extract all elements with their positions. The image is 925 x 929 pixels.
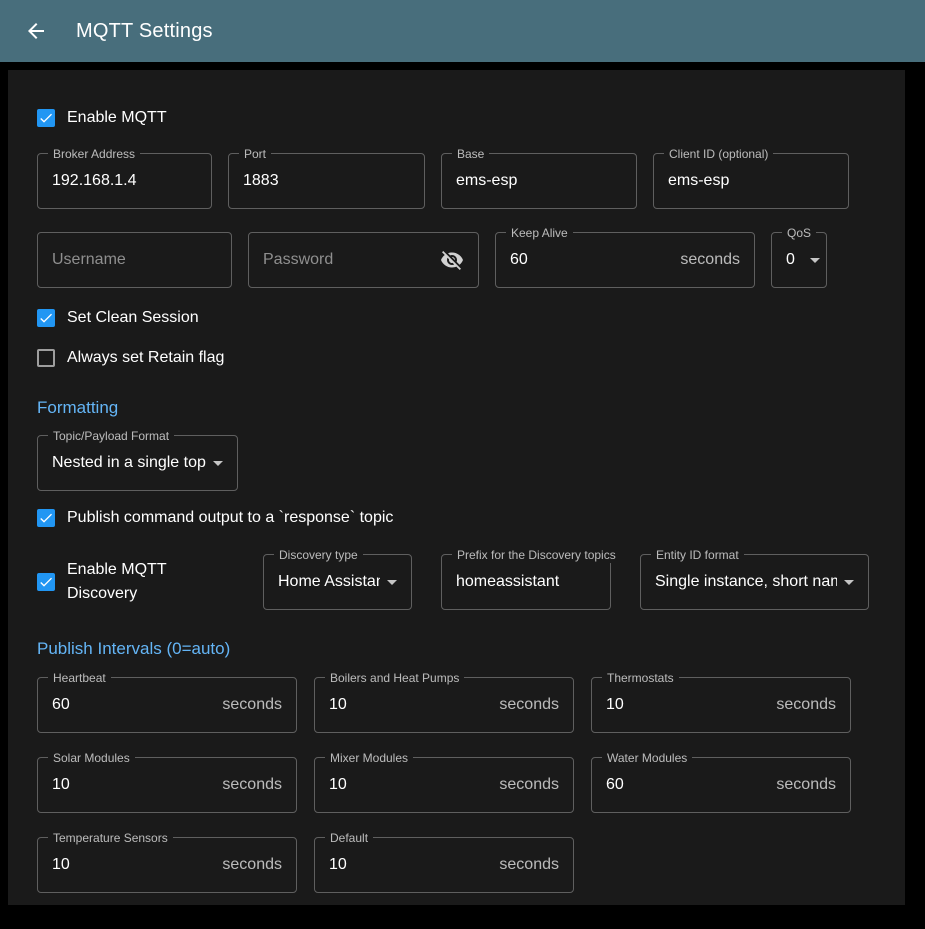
seconds-suffix: seconds <box>499 856 559 874</box>
interval-input[interactable] <box>52 696 214 714</box>
interval-input[interactable] <box>52 856 214 874</box>
interval-field-default[interactable]: Default seconds <box>314 837 574 893</box>
checkbox-icon <box>37 573 55 591</box>
entity-id-format-select[interactable]: Entity ID format Single instance, short … <box>640 554 869 610</box>
broker-address-field[interactable]: Broker Address <box>37 153 212 209</box>
discovery-prefix-field[interactable]: Prefix for the Discovery topics <box>441 554 611 610</box>
password-input[interactable] <box>263 251 440 269</box>
client-id-field[interactable]: Client ID (optional) <box>653 153 849 209</box>
dropdown-caret-icon <box>206 451 230 475</box>
field-label: Prefix for the Discovery topics <box>452 547 621 563</box>
field-label: Base <box>452 146 489 162</box>
connection-row-1: Broker Address Port Base Client ID (opti… <box>37 153 876 209</box>
seconds-suffix: seconds <box>776 696 836 714</box>
field-label: Default <box>325 830 373 846</box>
port-field[interactable]: Port <box>228 153 425 209</box>
interval-input[interactable] <box>606 776 768 794</box>
keep-alive-input[interactable] <box>510 251 672 269</box>
field-label: Water Modules <box>602 750 692 766</box>
clean-session-label: Set Clean Session <box>67 306 199 330</box>
mqtt-discovery-checkbox[interactable]: Enable MQTT Discovery <box>37 570 234 594</box>
interval-field-solar[interactable]: Solar Modules seconds <box>37 757 297 813</box>
publish-response-checkbox[interactable]: Publish command output to a `response` t… <box>37 506 876 530</box>
visibility-off-icon[interactable] <box>440 248 464 272</box>
interval-field-heartbeat[interactable]: Heartbeat seconds <box>37 677 297 733</box>
client-id-input[interactable] <box>668 172 834 190</box>
seconds-suffix: seconds <box>222 776 282 794</box>
field-label: QoS <box>782 225 816 241</box>
password-field[interactable] <box>248 232 479 288</box>
field-label: Topic/Payload Format <box>48 428 174 444</box>
publish-response-label: Publish command output to a `response` t… <box>67 506 393 530</box>
app-header: MQTT Settings <box>0 0 925 62</box>
interval-field-mixer[interactable]: Mixer Modules seconds <box>314 757 574 813</box>
settings-panel: Enable MQTT Broker Address Port Base Cli… <box>8 70 905 905</box>
interval-input[interactable] <box>329 696 491 714</box>
discovery-prefix-input[interactable] <box>456 573 596 591</box>
field-label: Entity ID format <box>651 547 744 563</box>
field-label: Keep Alive <box>506 225 573 241</box>
checkbox-icon <box>37 349 55 367</box>
field-label: Discovery type <box>274 547 363 563</box>
topic-format-select[interactable]: Topic/Payload Format Nested in a single … <box>37 435 238 491</box>
dropdown-caret-icon <box>803 248 827 272</box>
seconds-suffix: seconds <box>499 776 559 794</box>
enable-mqtt-checkbox[interactable]: Enable MQTT <box>37 106 876 130</box>
base-field[interactable]: Base <box>441 153 637 209</box>
interval-input[interactable] <box>329 856 491 874</box>
dropdown-caret-icon <box>837 570 861 594</box>
interval-field-boilers[interactable]: Boilers and Heat Pumps seconds <box>314 677 574 733</box>
formatting-heading: Formatting <box>37 397 876 419</box>
seconds-suffix: seconds <box>222 696 282 714</box>
interval-field-thermostats[interactable]: Thermostats seconds <box>591 677 851 733</box>
retain-flag-checkbox[interactable]: Always set Retain flag <box>37 346 876 370</box>
entity-id-format-value: Single instance, short name <box>655 573 837 591</box>
back-arrow-icon[interactable] <box>24 19 48 43</box>
interval-input[interactable] <box>329 776 491 794</box>
discovery-type-value: Home Assistant <box>278 573 380 591</box>
page-title: MQTT Settings <box>76 20 213 43</box>
field-label: Port <box>239 146 271 162</box>
publish-intervals-heading: Publish Intervals (0=auto) <box>37 638 876 660</box>
keep-alive-field[interactable]: Keep Alive seconds <box>495 232 755 288</box>
field-label: Heartbeat <box>48 670 111 686</box>
enable-mqtt-label: Enable MQTT <box>67 106 167 130</box>
field-label: Temperature Sensors <box>48 830 173 846</box>
connection-row-2: Keep Alive seconds QoS 0 <box>37 232 876 288</box>
dropdown-caret-icon <box>380 570 404 594</box>
username-field[interactable] <box>37 232 232 288</box>
interval-input[interactable] <box>606 696 768 714</box>
seconds-suffix: seconds <box>499 696 559 714</box>
field-label: Thermostats <box>602 670 679 686</box>
interval-field-water[interactable]: Water Modules seconds <box>591 757 851 813</box>
base-input[interactable] <box>456 172 622 190</box>
username-input[interactable] <box>52 251 217 269</box>
port-input[interactable] <box>243 172 410 190</box>
field-label: Client ID (optional) <box>664 146 773 162</box>
qos-select[interactable]: QoS 0 <box>771 232 827 288</box>
seconds-suffix: seconds <box>222 856 282 874</box>
interval-field-temperature[interactable]: Temperature Sensors seconds <box>37 837 297 893</box>
field-label: Broker Address <box>48 146 140 162</box>
field-label: Solar Modules <box>48 750 135 766</box>
seconds-suffix: seconds <box>776 776 836 794</box>
clean-session-checkbox[interactable]: Set Clean Session <box>37 306 876 330</box>
checkbox-icon <box>37 509 55 527</box>
mqtt-discovery-label: Enable MQTT Discovery <box>67 558 234 606</box>
seconds-suffix: seconds <box>680 251 740 269</box>
topic-format-value: Nested in a single topic <box>52 454 206 472</box>
checkbox-icon <box>37 309 55 327</box>
discovery-type-select[interactable]: Discovery type Home Assistant <box>263 554 412 610</box>
broker-address-input[interactable] <box>52 172 197 190</box>
field-label: Boilers and Heat Pumps <box>325 670 464 686</box>
qos-value: 0 <box>786 251 803 269</box>
discovery-row: Enable MQTT Discovery Discovery type Hom… <box>37 554 876 610</box>
interval-input[interactable] <box>52 776 214 794</box>
field-label: Mixer Modules <box>325 750 413 766</box>
checkbox-icon <box>37 109 55 127</box>
publish-intervals-grid: Heartbeat seconds Boilers and Heat Pumps… <box>37 677 876 893</box>
retain-flag-label: Always set Retain flag <box>67 346 224 370</box>
